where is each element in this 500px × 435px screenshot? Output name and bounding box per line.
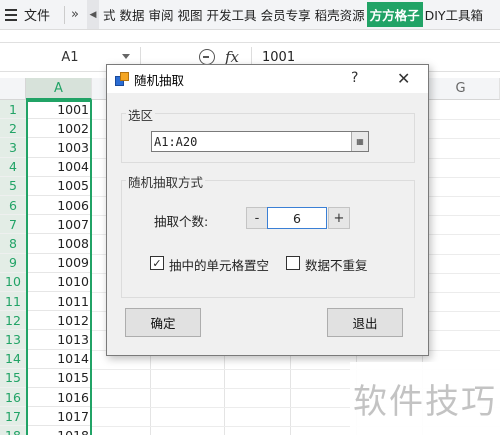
ribbon-bar: 文件 » ◀ 式 数据 审阅 视图 开发工具 会员专享 稻壳资源 方方格子 DI… xyxy=(0,0,500,30)
row-header[interactable]: 9 xyxy=(0,253,26,273)
cell-a[interactable]: 1016 xyxy=(26,388,92,408)
column-header-g[interactable]: G xyxy=(422,78,500,100)
column-header-a[interactable]: A xyxy=(26,78,92,100)
cell-a[interactable]: 1015 xyxy=(26,368,92,388)
cell-a[interactable]: 1007 xyxy=(26,215,92,235)
cell-a[interactable]: 1003 xyxy=(26,138,92,158)
scroll-left-icon[interactable]: ◀ xyxy=(86,0,99,29)
file-menu[interactable]: 文件 xyxy=(24,5,50,24)
row-header[interactable]: 3 xyxy=(0,138,26,158)
chevron-down-icon[interactable] xyxy=(122,54,130,59)
cell-a[interactable]: 1018 xyxy=(26,426,92,435)
row-header[interactable]: 10 xyxy=(0,272,26,292)
row-header[interactable]: 2 xyxy=(0,119,26,139)
tab-review[interactable]: 审阅 xyxy=(147,5,176,24)
cell-a[interactable]: 1013 xyxy=(26,330,92,350)
tab-diy-toolbox[interactable]: DIY工具箱 xyxy=(423,5,485,24)
count-increment-button[interactable]: + xyxy=(328,207,350,229)
tab-data[interactable]: 数据 xyxy=(118,5,147,24)
cell-a[interactable]: 1004 xyxy=(26,157,92,177)
watermark: 软件技巧 xyxy=(350,362,500,435)
row-header[interactable]: 6 xyxy=(0,196,26,216)
random-pick-dialog: 随机抽取 ? ✕ 选区 A1:A20 ▦ 随机抽取方式 抽取个数: - 6 + … xyxy=(106,64,429,356)
clear-cells-checkbox[interactable]: ✓ xyxy=(150,256,164,270)
close-icon[interactable]: ✕ xyxy=(397,69,410,88)
row-header[interactable]: 17 xyxy=(0,407,26,427)
cell-a[interactable]: 1008 xyxy=(26,234,92,254)
row-header[interactable]: 5 xyxy=(0,176,26,196)
cell-a[interactable]: 1002 xyxy=(26,119,92,139)
name-box-value: A1 xyxy=(61,49,79,65)
row-header[interactable]: 16 xyxy=(0,388,26,408)
method-group-label: 随机抽取方式 xyxy=(126,172,206,191)
zoom-out-icon[interactable] xyxy=(199,49,215,65)
count-decrement-button[interactable]: - xyxy=(246,207,268,229)
cell-a[interactable]: 1009 xyxy=(26,253,92,273)
tab-docer[interactable]: 稻壳资源 xyxy=(313,5,367,24)
row-header[interactable]: 18 xyxy=(0,426,26,435)
row-header[interactable]: 12 xyxy=(0,311,26,331)
row-header[interactable]: 4 xyxy=(0,157,26,177)
tab-ffcell[interactable]: 方方格子 xyxy=(366,2,423,27)
select-all-corner[interactable] xyxy=(0,78,26,100)
no-duplicate-label[interactable]: 数据不重复 xyxy=(305,255,368,274)
cell-a[interactable]: 1014 xyxy=(26,349,92,369)
dialog-titlebar[interactable]: 随机抽取 ? ✕ xyxy=(107,65,428,93)
tab-member[interactable]: 会员专享 xyxy=(259,5,313,24)
no-duplicate-checkbox[interactable] xyxy=(286,256,300,270)
tab-view[interactable]: 视图 xyxy=(176,5,205,24)
row-header[interactable]: 13 xyxy=(0,330,26,350)
row-header[interactable]: 1 xyxy=(0,100,26,120)
range-input[interactable]: A1:A20 xyxy=(151,131,369,152)
cell-a[interactable]: 1005 xyxy=(26,176,92,196)
count-input[interactable]: 6 xyxy=(267,207,327,229)
cell-a[interactable]: 1006 xyxy=(26,196,92,216)
ribbon-divider xyxy=(64,5,66,24)
range-group-label: 选区 xyxy=(126,105,156,124)
tab-developer[interactable]: 开发工具 xyxy=(205,5,259,24)
range-input-value: A1:A20 xyxy=(154,134,198,149)
row-header[interactable]: 15 xyxy=(0,368,26,388)
cell-a[interactable]: 1001 xyxy=(26,100,92,120)
exit-button[interactable]: 退出 xyxy=(327,308,403,337)
more-tabs-icon[interactable]: » xyxy=(71,7,79,22)
app-icon xyxy=(115,72,129,86)
help-icon[interactable]: ? xyxy=(351,70,358,86)
row-header[interactable]: 7 xyxy=(0,215,26,235)
hamburger-menu-icon[interactable] xyxy=(0,0,22,29)
row-header[interactable]: 14 xyxy=(0,349,26,369)
count-label: 抽取个数: xyxy=(154,214,209,229)
tab-formulas[interactable]: 式 xyxy=(101,5,118,24)
cell-a[interactable]: 1011 xyxy=(26,292,92,312)
cell-a[interactable]: 1010 xyxy=(26,272,92,292)
clear-cells-label[interactable]: 抽中的单元格置空 xyxy=(169,255,269,274)
cell-a[interactable]: 1017 xyxy=(26,407,92,427)
cell-a[interactable]: 1012 xyxy=(26,311,92,331)
dialog-title: 随机抽取 xyxy=(134,72,185,88)
range-picker-icon[interactable]: ▦ xyxy=(351,132,368,151)
formula-input[interactable]: 1001 xyxy=(262,50,295,65)
ok-button[interactable]: 确定 xyxy=(125,308,201,337)
row-header[interactable]: 11 xyxy=(0,292,26,312)
row-header[interactable]: 8 xyxy=(0,234,26,254)
method-group xyxy=(121,180,415,298)
